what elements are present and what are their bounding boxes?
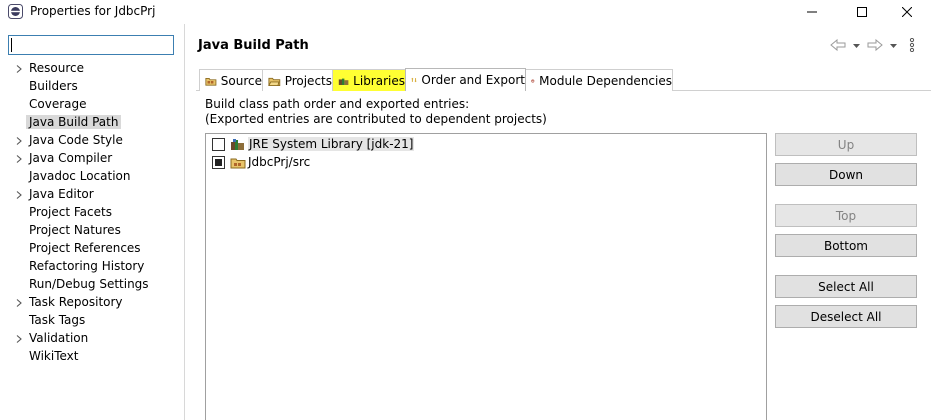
order-export-icon bbox=[411, 77, 417, 83]
chevron-right-icon[interactable] bbox=[14, 334, 24, 344]
description-line-1: Build class path order and exported entr… bbox=[205, 97, 470, 111]
sidebar-item-label: Javadoc Location bbox=[29, 169, 131, 183]
tab-label: Source bbox=[220, 73, 262, 88]
sidebar-item[interactable]: Run/Debug Settings bbox=[0, 276, 184, 294]
sidebar-item-label: Project Facets bbox=[29, 205, 112, 219]
page-title: Java Build Path bbox=[198, 38, 309, 53]
sidebar-item-label: Project Natures bbox=[29, 223, 121, 237]
sidebar-item[interactable]: Refactoring History bbox=[0, 258, 184, 276]
tab-label: Module Dependencies bbox=[539, 73, 672, 88]
forward-arrow-icon[interactable] bbox=[866, 38, 884, 52]
module-dependencies-icon: M bbox=[531, 78, 535, 82]
sidebar-item[interactable]: Java Editor bbox=[0, 186, 184, 204]
classpath-entries-list[interactable]: JRE System Library [jdk-21] JdbcPrj/src bbox=[205, 133, 767, 420]
eclipse-app-icon bbox=[8, 4, 23, 19]
sidebar-item-label: Task Tags bbox=[29, 313, 86, 327]
package-folder-icon bbox=[230, 158, 246, 168]
sidebar-item-label: Java Build Path bbox=[26, 115, 122, 129]
export-checkbox[interactable] bbox=[212, 137, 225, 151]
sidebar-item-label: Java Compiler bbox=[29, 151, 113, 165]
bottom-button[interactable]: Bottom bbox=[775, 234, 917, 257]
tab-label: Projects bbox=[284, 73, 332, 88]
sidebar-item[interactable]: Validation bbox=[0, 330, 184, 348]
sidebar-item[interactable]: Javadoc Location bbox=[0, 168, 184, 186]
sidebar-item-label: Project References bbox=[29, 241, 141, 255]
list-item[interactable]: JRE System Library [jdk-21] bbox=[212, 135, 415, 153]
tab-label: Libraries bbox=[353, 73, 405, 88]
down-button[interactable]: Down bbox=[775, 163, 917, 186]
window-title: Properties for JdbcPrj bbox=[30, 4, 156, 18]
sidebar-item-label: Coverage bbox=[29, 97, 87, 111]
back-arrow-icon[interactable] bbox=[829, 38, 847, 52]
chevron-right-icon[interactable] bbox=[14, 190, 24, 200]
deselect-all-button[interactable]: Deselect All bbox=[775, 305, 917, 328]
chevron-right-icon[interactable] bbox=[14, 154, 24, 164]
description-line-2: (Exported entries are contributed to dep… bbox=[205, 112, 547, 126]
tab-module-dependencies[interactable]: M Module Dependencies bbox=[525, 69, 673, 91]
close-button[interactable] bbox=[884, 0, 930, 24]
sidebar-item[interactable]: Project Natures bbox=[0, 222, 184, 240]
sidebar-item[interactable]: Coverage bbox=[0, 96, 184, 114]
tab-libraries[interactable]: Libraries bbox=[332, 69, 406, 91]
entry-label: JRE System Library [jdk-21] bbox=[248, 137, 415, 151]
sidebar-item[interactable]: Task Repository bbox=[0, 294, 184, 312]
forward-dropdown-icon[interactable] bbox=[889, 38, 898, 52]
minimize-icon bbox=[807, 11, 817, 13]
maximize-icon bbox=[857, 7, 867, 17]
sidebar-item[interactable]: Builders bbox=[0, 78, 184, 96]
sidebar-item[interactable]: Java Build Path bbox=[0, 114, 184, 132]
sidebar-item[interactable]: Java Code Style bbox=[0, 132, 184, 150]
library-icon bbox=[231, 138, 244, 150]
sidebar-item-label: Java Editor bbox=[29, 187, 94, 201]
sidebar-item[interactable]: Task Tags bbox=[0, 312, 184, 330]
sidebar-item[interactable]: Project References bbox=[0, 240, 184, 258]
filter-input[interactable] bbox=[8, 35, 174, 55]
sidebar-item[interactable]: WikiText bbox=[0, 348, 184, 366]
sidebar-item-label: Validation bbox=[29, 331, 89, 345]
sidebar-item-label: Run/Debug Settings bbox=[29, 277, 149, 291]
view-menu-icon[interactable] bbox=[908, 38, 916, 52]
projects-folder-icon bbox=[268, 77, 281, 86]
sidebar-item[interactable]: Java Compiler bbox=[0, 150, 184, 168]
sidebar-item-label: Resource bbox=[29, 61, 85, 75]
select-all-button[interactable]: Select All bbox=[775, 275, 917, 298]
tab-source[interactable]: Source bbox=[199, 69, 263, 91]
entry-label: JdbcPrj/src bbox=[248, 155, 311, 169]
export-checkbox[interactable] bbox=[212, 155, 225, 169]
list-item[interactable]: JdbcPrj/src bbox=[212, 153, 310, 171]
sidebar-item-label: Java Code Style bbox=[29, 133, 123, 147]
text-caret bbox=[11, 38, 12, 52]
chevron-right-icon[interactable] bbox=[14, 298, 24, 308]
sidebar-item[interactable]: Resource bbox=[0, 60, 184, 78]
minimize-button[interactable] bbox=[789, 0, 835, 24]
source-folder-icon bbox=[205, 77, 217, 86]
sidebar-item-label: WikiText bbox=[29, 349, 79, 363]
title-bar: Properties for JdbcPrj bbox=[0, 0, 931, 24]
maximize-button[interactable] bbox=[839, 0, 885, 24]
sidebar-item-label: Builders bbox=[29, 79, 78, 93]
close-icon bbox=[902, 7, 912, 17]
tab-projects[interactable]: Projects bbox=[262, 69, 333, 91]
chevron-right-icon[interactable] bbox=[14, 136, 24, 146]
sidebar-item-label: Refactoring History bbox=[29, 259, 145, 273]
tab-label: Order and Export bbox=[421, 73, 525, 87]
up-button[interactable]: Up bbox=[775, 133, 917, 156]
top-button[interactable]: Top bbox=[775, 204, 917, 227]
sidebar-item-label: Task Repository bbox=[29, 295, 123, 309]
libraries-icon bbox=[338, 78, 349, 85]
chevron-right-icon[interactable] bbox=[14, 64, 24, 74]
checkbox-checked-mark bbox=[215, 158, 222, 166]
back-dropdown-icon[interactable] bbox=[852, 38, 861, 52]
sidebar-divider[interactable] bbox=[184, 24, 185, 420]
svg-text:M: M bbox=[532, 80, 534, 82]
sidebar-item[interactable]: Project Facets bbox=[0, 204, 184, 222]
sidebar: Resource Builders Coverage Java Build Path J… bbox=[0, 24, 184, 420]
tab-order-and-export[interactable]: Order and Export bbox=[405, 68, 526, 91]
